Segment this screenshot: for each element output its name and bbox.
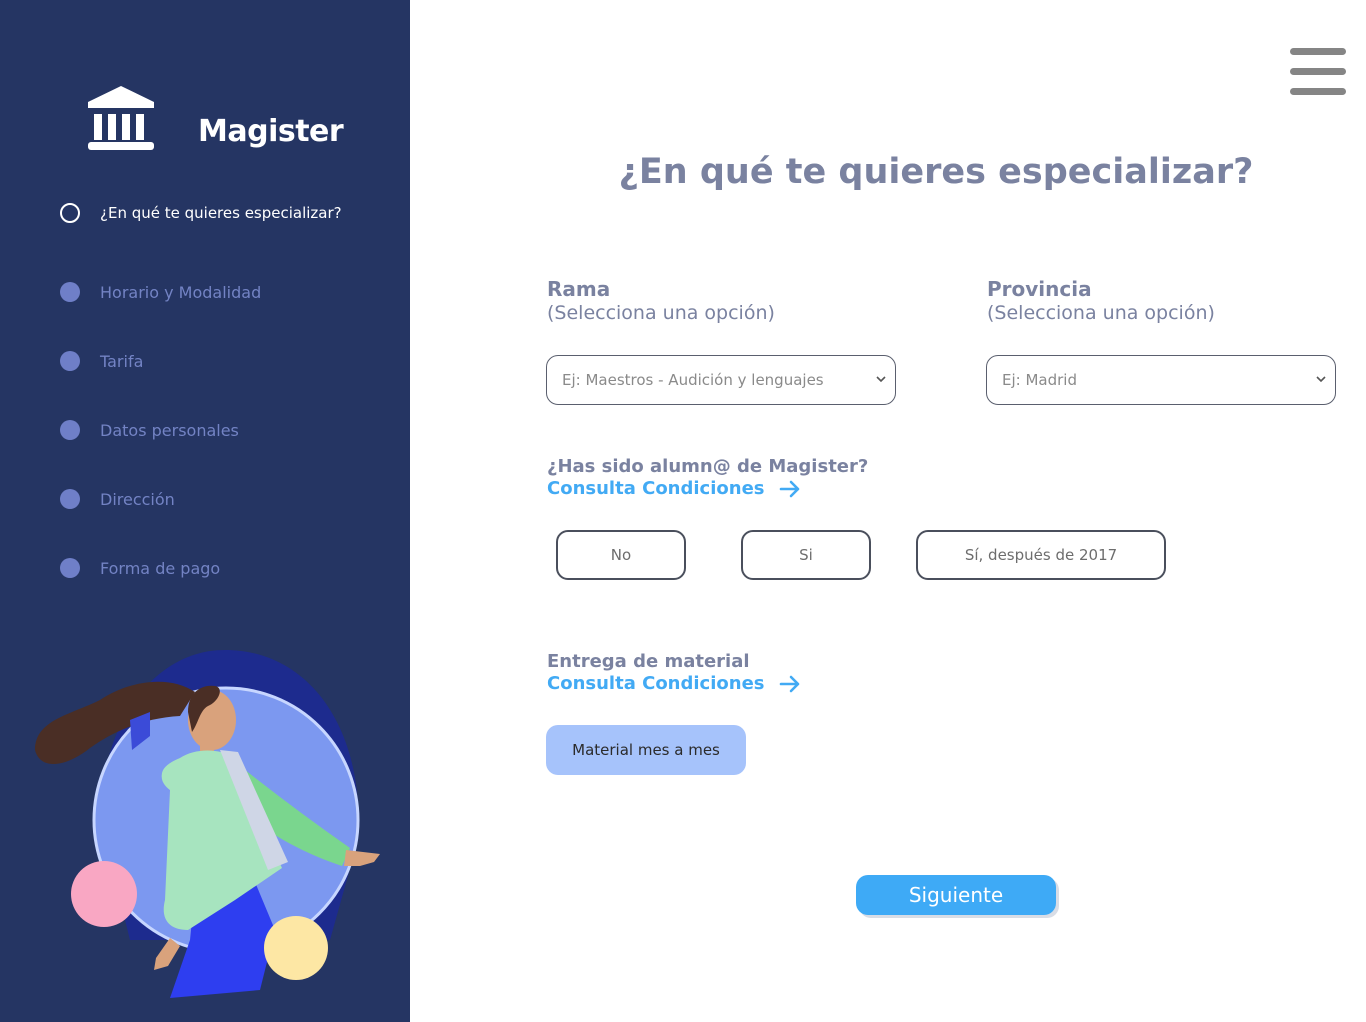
chevron-down-icon [876, 376, 886, 383]
step-datos-personales[interactable]: Datos personales [60, 418, 239, 442]
material-question-group: Entrega de material Consulta Condiciones [547, 651, 801, 695]
bank-building-icon [88, 86, 154, 150]
step-indicator [60, 420, 80, 440]
chevron-down-icon [1316, 376, 1326, 383]
student-illustration [35, 650, 380, 998]
brand-name: Magister [198, 114, 344, 149]
option-label: Material mes a mes [572, 741, 720, 759]
step-tarifa[interactable]: Tarifa [60, 349, 143, 373]
step-indicator [60, 282, 80, 302]
page-title: ¿En qué te quieres especializar? [618, 152, 1254, 192]
step-indicator [60, 558, 80, 578]
rama-label: Rama [547, 277, 611, 301]
step-direccion[interactable]: Dirección [60, 487, 175, 511]
alumno-option-no[interactable]: No [556, 530, 686, 580]
provincia-hint: (Selecciona una opción) [987, 302, 1215, 324]
step-label: Horario y Modalidad [100, 282, 262, 302]
option-label: Sí, después de 2017 [964, 546, 1118, 564]
provincia-select-value: Ej: Madrid [1002, 371, 1077, 389]
material-option-mes-a-mes[interactable]: Material mes a mes [546, 725, 746, 775]
rama-select-value: Ej: Maestros - Audición y lenguajes [562, 371, 824, 389]
step-horario[interactable]: Horario y Modalidad [60, 280, 261, 304]
material-question: Entrega de material [547, 651, 750, 672]
option-label: No [610, 546, 632, 564]
step-especializar[interactable]: ¿En qué te quieres especializar? [60, 201, 342, 225]
material-conditions-link[interactable]: Consulta Condiciones [547, 673, 801, 695]
step-label: Datos personales [100, 420, 239, 440]
hamburger-menu-icon[interactable] [1288, 44, 1348, 100]
alumno-question: ¿Has sido alumn@ de Magister? [547, 456, 869, 477]
step-label: Tarifa [100, 351, 144, 371]
alumno-conditions-link[interactable]: Consulta Condiciones [547, 478, 801, 500]
option-label: Si [799, 546, 813, 564]
provincia-label: Provincia [987, 277, 1092, 301]
step-indicator [60, 489, 80, 509]
next-button-label: Siguiente [908, 883, 1004, 907]
rama-hint: (Selecciona una opción) [547, 302, 775, 324]
provincia-label-group: Provincia (Selecciona una opción) [987, 277, 1215, 325]
alumno-option-si[interactable]: Si [741, 530, 871, 580]
step-indicator [60, 351, 80, 371]
alumno-option-si-despues-2017[interactable]: Sí, después de 2017 [916, 530, 1166, 580]
conditions-link-label: Consulta Condiciones [547, 478, 765, 499]
provincia-select[interactable]: Ej: Madrid [986, 355, 1336, 405]
step-label: Forma de pago [100, 558, 221, 578]
next-button[interactable]: Siguiente [856, 875, 1056, 915]
arrow-right-icon [779, 480, 799, 498]
step-active-indicator [60, 203, 80, 223]
arrow-right-icon [779, 675, 799, 693]
rama-label-group: Rama (Selecciona una opción) [547, 277, 775, 325]
sidebar: Magister ¿En qué te quieres especializar… [0, 0, 410, 1022]
step-label: Dirección [100, 489, 175, 509]
step-forma-de-pago[interactable]: Forma de pago [60, 556, 220, 580]
rama-select[interactable]: Ej: Maestros - Audición y lenguajes [546, 355, 896, 405]
alumno-question-group: ¿Has sido alumn@ de Magister? Consulta C… [547, 456, 868, 500]
step-label: ¿En qué te quieres especializar? [100, 204, 342, 222]
conditions-link-label: Consulta Condiciones [547, 673, 765, 694]
